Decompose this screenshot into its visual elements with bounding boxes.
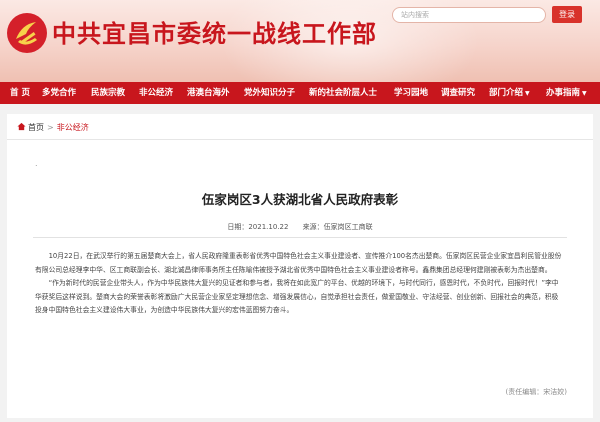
- site-header: 中共宜昌市委统一战线工作部 站内搜索 登录: [0, 0, 600, 82]
- nav-label: 调查研究: [441, 88, 476, 98]
- breadcrumb: 首页 > 非公经济: [17, 120, 89, 136]
- nav-item-research[interactable]: 调查研究: [441, 82, 475, 104]
- article-title: 伍家岗区3人获湖北省人民政府表彰: [201, 192, 399, 207]
- chevron-down-icon: ▼: [525, 90, 530, 97]
- search-input[interactable]: 站内搜索: [392, 7, 546, 23]
- party-emblem-icon[interactable]: [6, 12, 48, 54]
- article-meta: 日期：2021.10.22 来源：伍家岗区工商联: [7, 222, 593, 232]
- nav-label: 办事指南: [546, 88, 581, 98]
- nav-item-hk-macau-taiwan[interactable]: 港澳台海外: [187, 82, 230, 104]
- article-paragraph: 10月22日，在武汉举行的第五届楚商大会上，省人民政府隆重表彰省优秀中国特色社会…: [35, 252, 562, 274]
- nav-label: 多党合作: [42, 88, 77, 98]
- nav-item-non-party-intellectuals[interactable]: 党外知识分子: [244, 82, 295, 104]
- meta-divider: [33, 237, 567, 238]
- breadcrumb-divider: [7, 139, 593, 140]
- nav-item-ethnic-religion[interactable]: 民族宗教: [91, 82, 125, 104]
- article-date: 日期：2021.10.22: [227, 223, 289, 231]
- article-card: 首页 > 非公经济 . 伍家岗区3人获湖北省人民政府表彰 日期：2021.10.22…: [7, 114, 593, 418]
- breadcrumb-separator: >: [47, 123, 54, 132]
- main-nav: 首 页 多党合作 民族宗教 非公经济 港澳台海外 党外知识分子 新的社会阶层人士…: [0, 82, 600, 104]
- nav-label: 学习园地: [394, 88, 429, 98]
- article-body: 10月22日，在武汉举行的第五届楚商大会上，省人民政府隆重表彰省优秀中国特色社会…: [35, 250, 565, 318]
- nav-item-study[interactable]: 学习园地: [394, 82, 428, 104]
- breadcrumb-category-link[interactable]: 非公经济: [57, 123, 89, 132]
- stray-dot: .: [35, 159, 38, 168]
- breadcrumb-home-link[interactable]: 首页: [28, 123, 44, 132]
- site-title[interactable]: 中共宜昌市委统一战线工作部: [52, 14, 377, 49]
- nav-item-private-economy[interactable]: 非公经济: [139, 82, 173, 104]
- editor-credit: (责任编辑：宋洁姣): [505, 388, 567, 396]
- nav-label: 港澳台海外: [187, 88, 230, 98]
- nav-label: 民族宗教: [91, 88, 126, 98]
- nav-label: 非公经济: [139, 88, 174, 98]
- article-source: 来源：伍家岗区工商联: [302, 223, 373, 231]
- article-paragraph: “作为新时代的民营企业带头人，作为中华民族伟大复兴的见证者和参与者，我将在如此宽…: [35, 279, 559, 314]
- nav-label: 部门介绍: [489, 88, 524, 98]
- nav-item-multiparty[interactable]: 多党合作: [42, 82, 76, 104]
- home-icon: [17, 122, 26, 131]
- nav-item-new-social-strata[interactable]: 新的社会阶层人士: [309, 82, 377, 104]
- login-button[interactable]: 登录: [552, 6, 582, 23]
- nav-label: 新的社会阶层人士: [309, 88, 378, 98]
- nav-item-department[interactable]: 部门介绍 ▼: [489, 82, 530, 104]
- nav-label: 首 页: [10, 88, 30, 98]
- chevron-down-icon: ▼: [582, 90, 587, 97]
- nav-item-guide[interactable]: 办事指南 ▼: [546, 82, 587, 104]
- nav-item-home[interactable]: 首 页: [10, 82, 30, 104]
- nav-label: 党外知识分子: [244, 88, 296, 98]
